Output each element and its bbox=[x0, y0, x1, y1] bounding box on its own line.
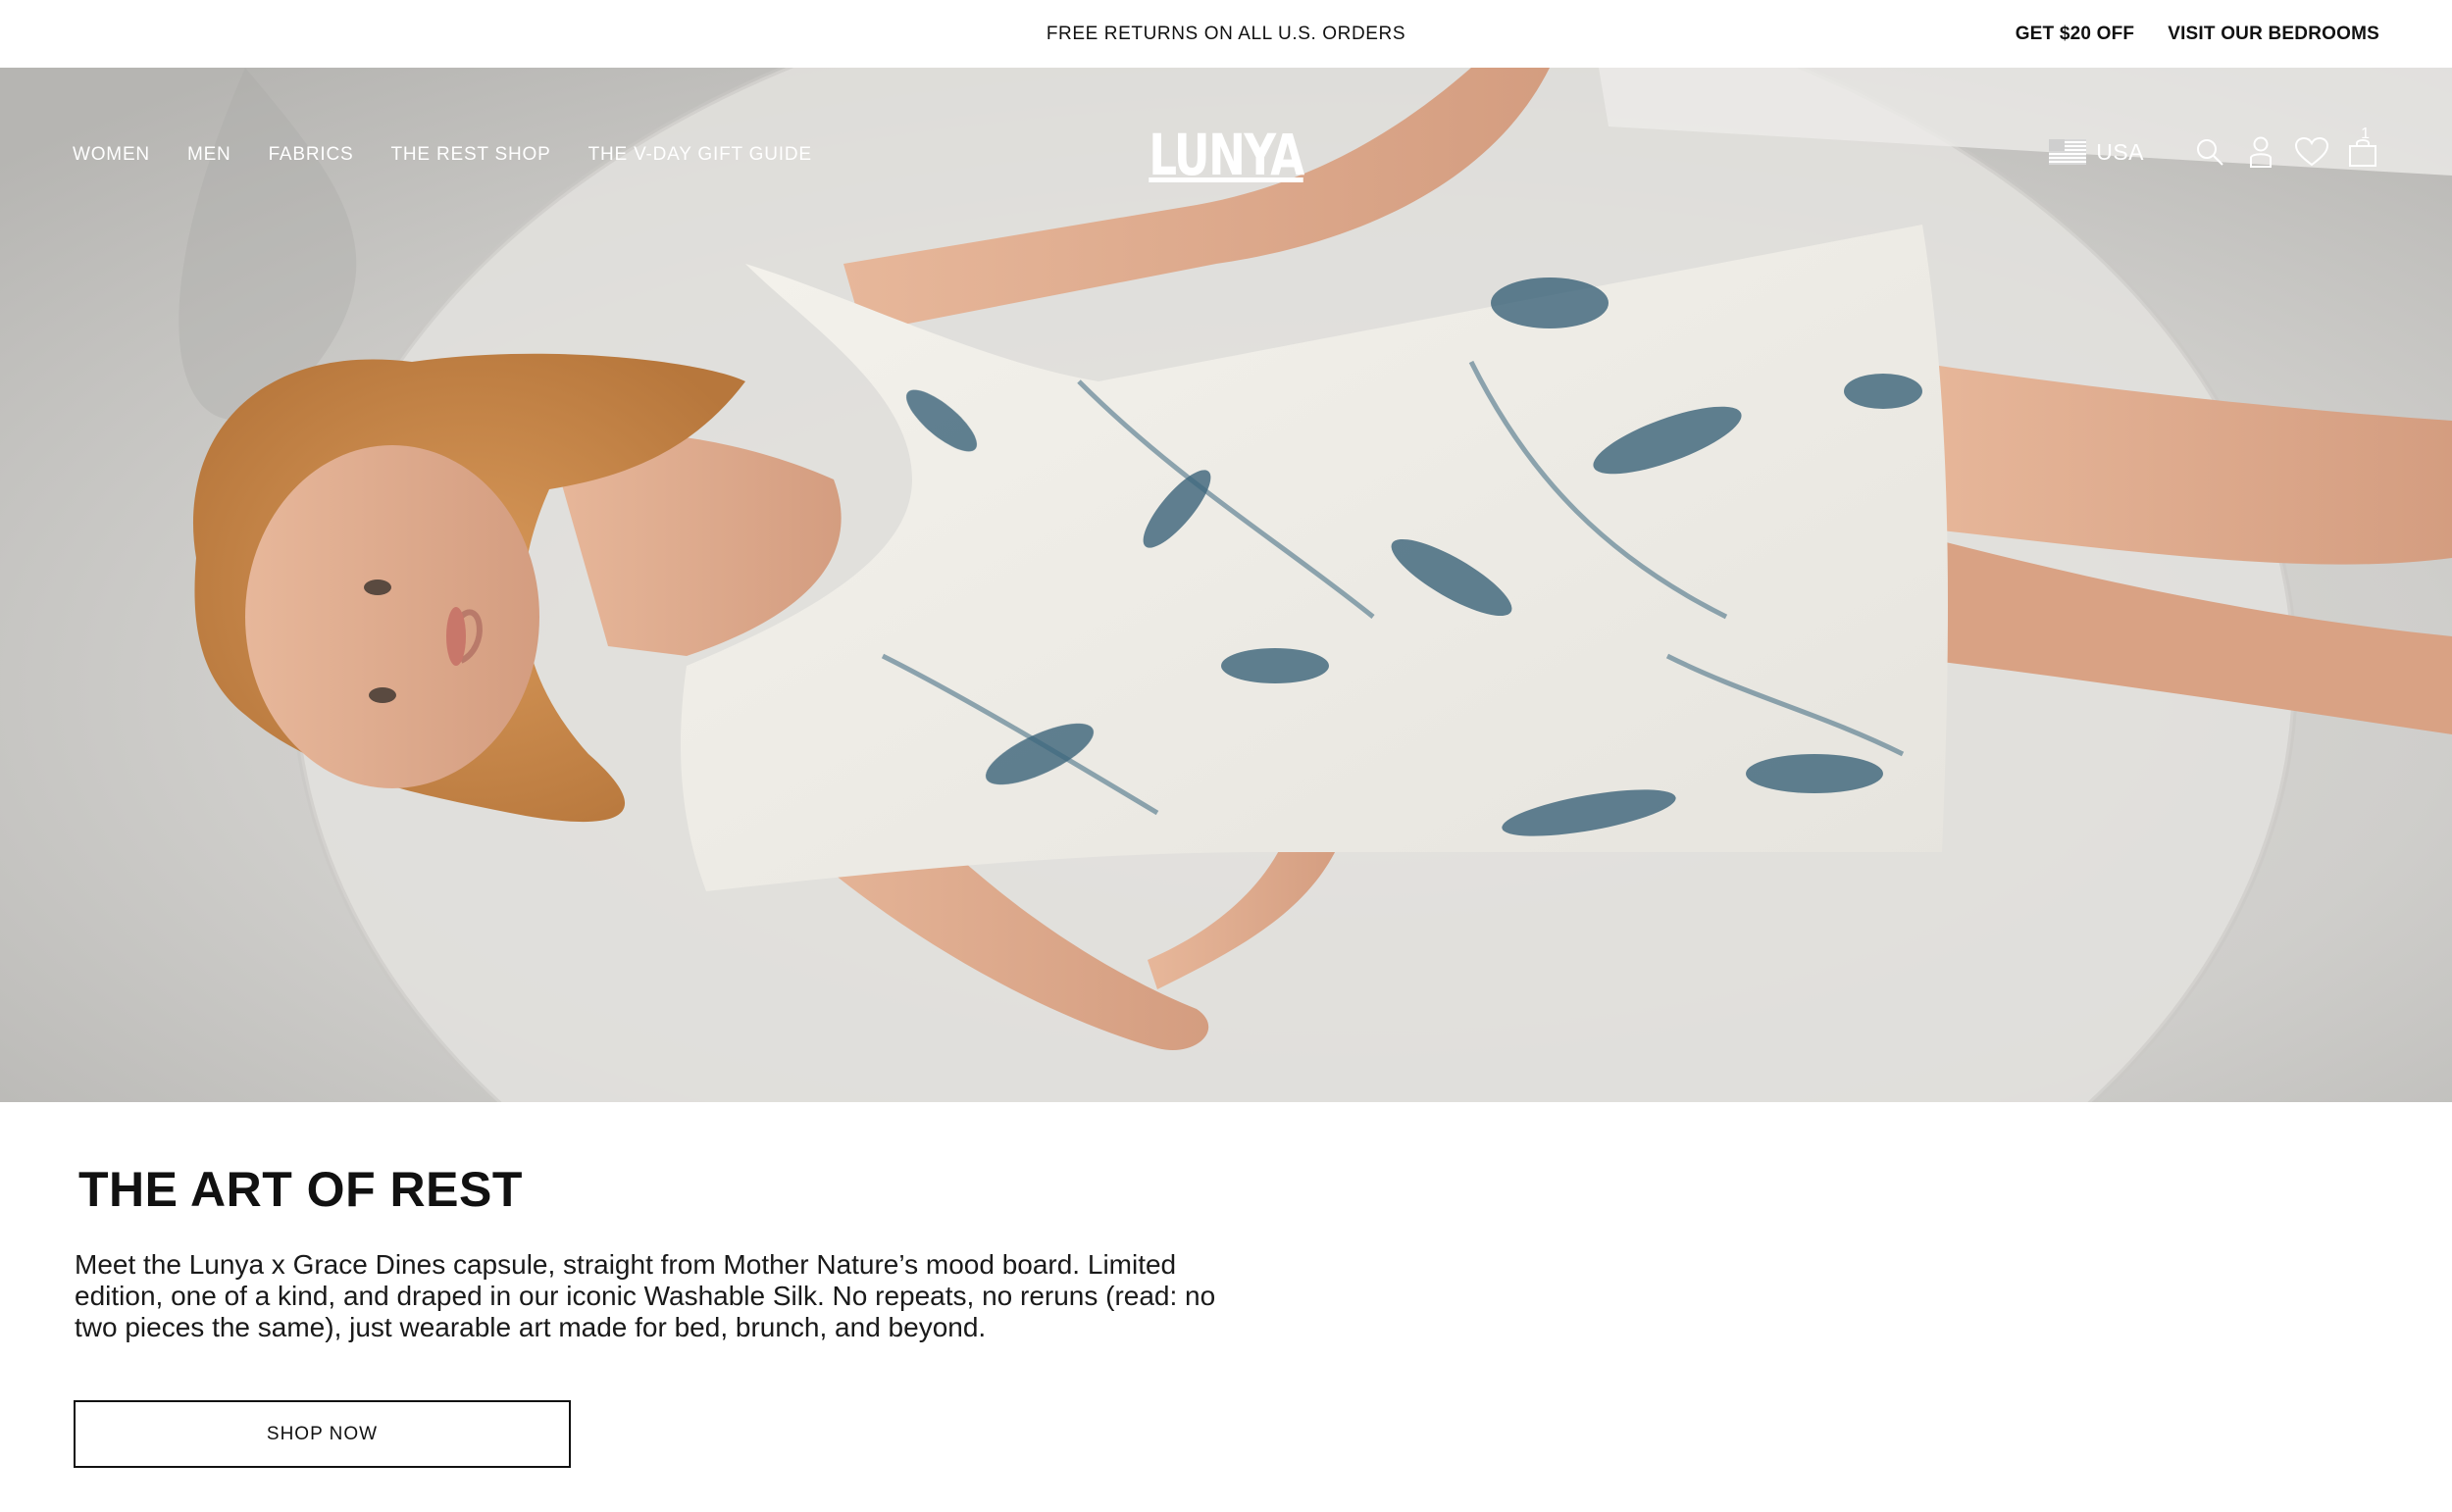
nav-item-women[interactable]: WOMEN bbox=[73, 144, 150, 166]
hero-photo bbox=[0, 68, 2452, 1102]
nav-item-men[interactable]: MEN bbox=[187, 144, 231, 166]
search-icon bbox=[2197, 139, 2223, 166]
cart-count-badge: 1 bbox=[2361, 126, 2370, 142]
search-button[interactable] bbox=[2193, 135, 2226, 169]
account-button[interactable] bbox=[2244, 135, 2277, 169]
announcement-bar: FREE RETURNS ON ALL U.S. ORDERS GET $20 … bbox=[0, 0, 2452, 68]
feature-headline: THE ART OF REST bbox=[78, 1162, 523, 1217]
nav-item-the-rest-shop[interactable]: THE REST SHOP bbox=[390, 144, 550, 166]
locale-selector[interactable]: USA bbox=[2049, 139, 2144, 166]
main-nav: WOMEN MEN FABRICS THE REST SHOP THE V-DA… bbox=[73, 135, 812, 175]
shop-now-button[interactable]: SHOP NOW bbox=[74, 1400, 571, 1468]
announcement-links: GET $20 OFF VISIT OUR BEDROOMS bbox=[2016, 0, 2379, 68]
nav-item-fabrics[interactable]: FABRICS bbox=[269, 144, 354, 166]
feature-description: Meet the Lunya x Grace Dines capsule, st… bbox=[75, 1249, 1216, 1342]
wishlist-button[interactable] bbox=[2295, 135, 2328, 169]
cart-button[interactable]: 1 bbox=[2346, 126, 2379, 169]
us-flag-icon bbox=[2049, 139, 2087, 165]
lunya-logo[interactable]: LUNYA bbox=[1149, 111, 1304, 199]
locale-label: USA bbox=[2096, 138, 2144, 165]
account-icon bbox=[2250, 136, 2272, 168]
utility-nav: USA 1 bbox=[2049, 126, 2379, 177]
promo-link[interactable]: GET $20 OFF bbox=[2016, 24, 2135, 45]
feature-section: THE ART OF REST Meet the Lunya x Grace D… bbox=[0, 1102, 2452, 1512]
nav-item-vday-gift-guide[interactable]: THE V-DAY GIFT GUIDE bbox=[588, 144, 812, 166]
wishlist-heart-icon bbox=[2295, 137, 2328, 167]
hero-banner[interactable]: WOMEN MEN FABRICS THE REST SHOP THE V-DA… bbox=[0, 68, 2452, 1102]
visit-bedrooms-link[interactable]: VISIT OUR BEDROOMS bbox=[2168, 24, 2379, 45]
